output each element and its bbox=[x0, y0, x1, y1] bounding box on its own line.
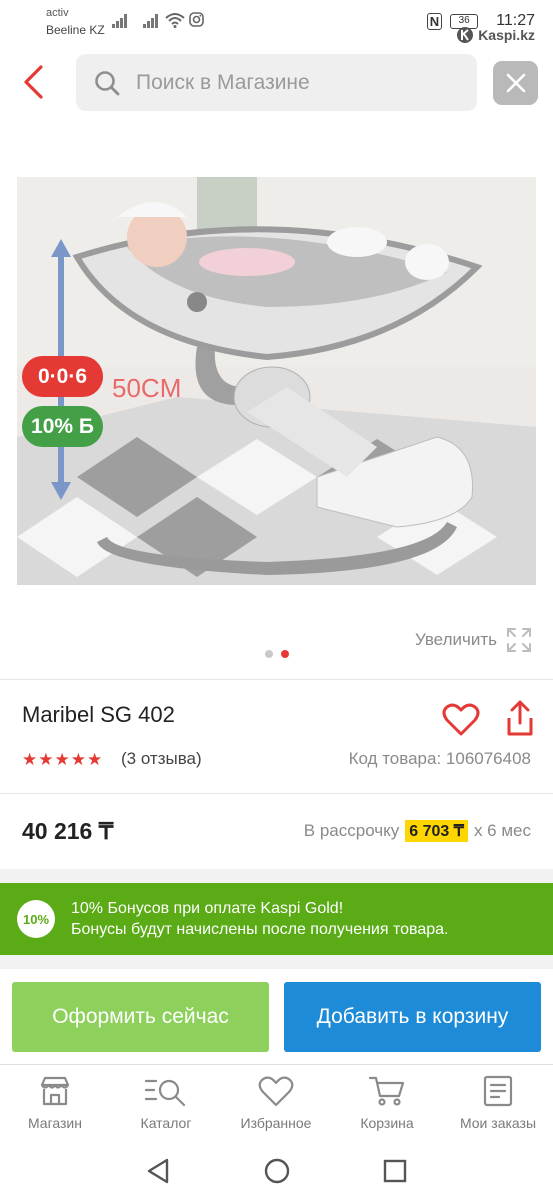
bonus-percent-badge: 10% bbox=[17, 900, 55, 938]
instagram-icon bbox=[189, 12, 204, 27]
bottom-nav: Магазин Каталог Избранное Корзина Мои за… bbox=[0, 1064, 553, 1144]
signal-icon bbox=[112, 12, 130, 28]
reviews-link[interactable]: (3 отзыва) bbox=[121, 749, 202, 769]
carrier-label-2: Beeline KZ bbox=[46, 23, 105, 37]
system-nav-bar bbox=[0, 1144, 553, 1200]
close-icon bbox=[506, 73, 525, 93]
rating-stars[interactable]: ★ ★ ★ ★ ★ bbox=[22, 750, 102, 770]
installment-amount: 6 703 ₸ bbox=[405, 820, 468, 842]
share-icon bbox=[507, 700, 533, 736]
star-icon: ★ bbox=[87, 750, 103, 769]
image-pagination bbox=[265, 650, 289, 658]
star-icon: ★ bbox=[38, 750, 54, 769]
section-spacer bbox=[0, 955, 553, 969]
back-button[interactable] bbox=[14, 58, 54, 106]
installment-prefix: В рассрочку bbox=[303, 821, 400, 840]
nav-item-cart[interactable]: Корзина bbox=[337, 1075, 437, 1131]
signal-icon-2 bbox=[143, 12, 161, 28]
orders-icon bbox=[483, 1075, 513, 1107]
heart-icon bbox=[258, 1076, 294, 1107]
nav-item-shop[interactable]: Магазин bbox=[5, 1075, 105, 1131]
nav-label: Магазин bbox=[27, 1115, 82, 1131]
section-spacer bbox=[0, 869, 553, 883]
expand-icon bbox=[507, 628, 531, 652]
nav-item-favorites[interactable]: Избранное bbox=[226, 1075, 326, 1131]
nav-label: Мои заказы bbox=[459, 1115, 537, 1131]
bonus-subtitle: Бонусы будут начислены после получения т… bbox=[71, 921, 449, 938]
chevron-left-icon bbox=[24, 65, 43, 99]
nav-item-orders[interactable]: Мои заказы bbox=[448, 1075, 548, 1131]
product-code: Код товара: 106076408 bbox=[348, 749, 531, 768]
product-price: 40 216 ₸ bbox=[22, 818, 114, 844]
promo-badges: 0·0·6 10% Б bbox=[22, 356, 103, 447]
installment-info: В рассрочку 6 703 ₸ х 6 мес bbox=[304, 820, 531, 842]
nav-item-catalog[interactable]: Каталог bbox=[116, 1075, 216, 1131]
kaspi-logo-icon bbox=[457, 27, 474, 43]
zoom-label: Увеличить bbox=[415, 630, 497, 649]
zoom-button[interactable]: Увеличить bbox=[415, 626, 533, 654]
image-height-label: 50CM bbox=[112, 373, 181, 403]
search-icon bbox=[95, 71, 120, 96]
status-bar: activ Beeline KZ N 36 11:27 Kaspi.kz bbox=[0, 0, 553, 50]
watermark-text: Kaspi.kz bbox=[478, 27, 535, 43]
pagination-dot[interactable] bbox=[265, 650, 273, 658]
cart-icon bbox=[368, 1076, 405, 1106]
buy-now-button[interactable]: Оформить сейчас bbox=[12, 982, 269, 1052]
heart-icon bbox=[442, 703, 480, 736]
star-icon: ★ bbox=[70, 750, 86, 769]
home-circle-icon[interactable] bbox=[262, 1156, 292, 1186]
installment-suffix: х 6 мес bbox=[473, 821, 531, 840]
bonus-title: 10% Бонусов при оплате Kaspi Gold! bbox=[71, 900, 344, 917]
add-to-cart-button[interactable]: Добавить в корзину bbox=[284, 982, 541, 1052]
shop-icon bbox=[40, 1076, 70, 1106]
search-box[interactable] bbox=[76, 54, 477, 111]
installment-badge: 0·0·6 bbox=[22, 356, 103, 397]
nav-label: Корзина bbox=[360, 1115, 414, 1131]
product-page: activ Beeline KZ N 36 11:27 Kaspi.kz Пои… bbox=[0, 0, 553, 1200]
favorite-button[interactable] bbox=[441, 700, 481, 740]
divider bbox=[0, 679, 553, 680]
back-triangle-icon[interactable] bbox=[143, 1156, 173, 1186]
wifi-icon bbox=[165, 13, 185, 28]
watermark: Kaspi.kz bbox=[456, 26, 535, 44]
nav-label: Каталог bbox=[140, 1115, 192, 1131]
nav-label: Избранное bbox=[240, 1115, 312, 1131]
nfc-icon: N bbox=[426, 12, 443, 30]
star-icon: ★ bbox=[54, 750, 70, 769]
catalog-icon bbox=[144, 1079, 186, 1107]
star-icon: ★ bbox=[22, 750, 38, 769]
share-button[interactable] bbox=[503, 698, 537, 738]
carrier-label-1: activ bbox=[46, 7, 69, 19]
divider bbox=[0, 793, 553, 794]
recents-square-icon[interactable] bbox=[380, 1156, 410, 1186]
search-input[interactable] bbox=[136, 54, 466, 111]
bonus-banner[interactable]: 10% 10% Бонусов при оплате Kaspi Gold! Б… bbox=[0, 883, 553, 955]
pagination-dot-active[interactable] bbox=[281, 650, 289, 658]
product-title: Maribel SG 402 bbox=[22, 702, 175, 727]
bonus-badge: 10% Б bbox=[22, 406, 103, 447]
close-search-button[interactable] bbox=[493, 61, 538, 105]
